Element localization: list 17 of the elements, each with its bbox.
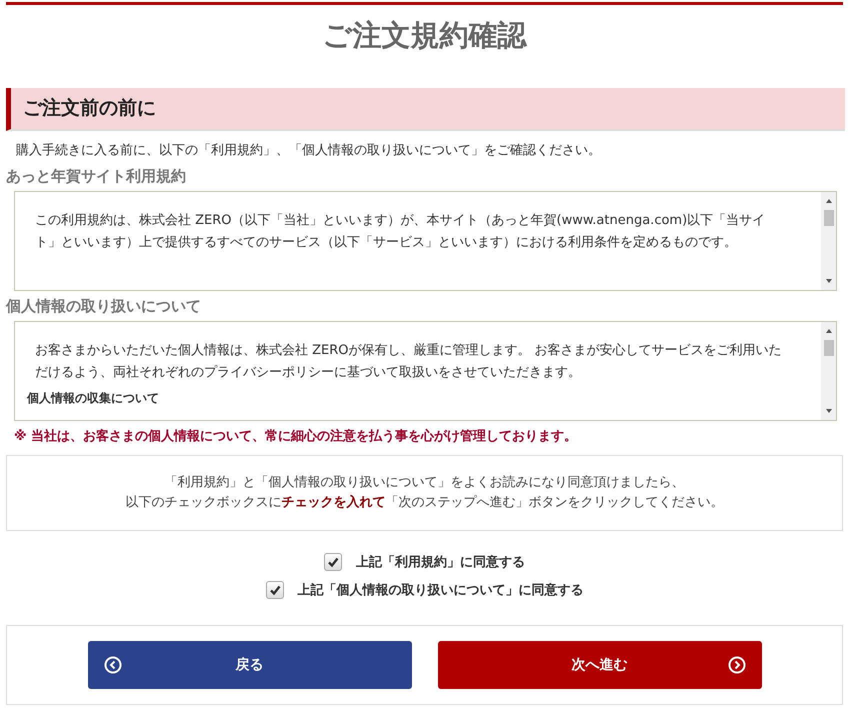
document-title: 個人情報の取り扱いについて <box>6 296 202 317</box>
terms-paragraph: お客さまからいただいた個人情報は、株式会社 ZEROが保有し、厳重に管理します。 お客さまが安心してサービスをご利用いただけるよう、両社それぞれのプライバシーポリシーに基づいて取扱いをさせていただきます。 <box>35 342 783 382</box>
intro-text: 購入手続きに入る前に、以下の「利用規約」、「個人情報の取り扱いについて」をご確認ください。 <box>16 142 602 160</box>
notice-text: 以下のチェックボックスにチェックを入れて「次のステップへ進む」ボタンをクリックしてください。 <box>124 494 724 512</box>
terms-scroll-box[interactable]: お客さまからいただいた個人情報は、株式会社 ZEROが保有し、厳重に管理します。 お客さまが安心してサービスをご利用いただけるよう、両社それぞれのプライバシーポリシーに基づいて取扱いをさせていただきます。 個人情報の収集について <box>14 321 837 421</box>
page-title: ご注文規約確認 <box>322 17 528 54</box>
checkbox-label: 上記「個人情報の取り扱いについて」に同意する <box>298 582 584 599</box>
checkbox-label: 上記「利用規約」に同意する <box>356 554 525 571</box>
document-title: あっと年賀サイト利用規約 <box>6 166 187 187</box>
terms-scroll-box[interactable]: この利用規約は、株式会社 ZERO（以下「当社」といいます）が、本サイト（あっと年賀(www.atnenga.com)以下「当サイト」といいます）上で提供するすべてのサービス（以下「サービス」といいます）における利用条件を定めるものです。 <box>14 191 837 291</box>
warning-text: ※ 当社は、お客さまの個人情報について、常に細心の注意を払う事を心がけ管理しております。 <box>14 428 578 446</box>
terms-subheading: 個人情報の収集について <box>27 390 160 407</box>
next-button[interactable]: 次へ進む <box>438 641 762 689</box>
terms-paragraph: この利用規約は、株式会社 ZERO（以下「当社」といいます）が、本サイト（あっと年賀(www.atnenga.com)以下「当サイト」といいます）上で提供するすべてのサービス（以下「サービス」といいます）における利用条件を定めるものです。 <box>35 212 766 252</box>
back-button[interactable]: 戻る <box>88 641 412 689</box>
section-heading: ご注文前の前に <box>6 88 845 131</box>
notice-text: 「利用規約」と「個人情報の取り扱いについて」をよくお読みになり同意頂けましたら、 <box>164 474 686 492</box>
